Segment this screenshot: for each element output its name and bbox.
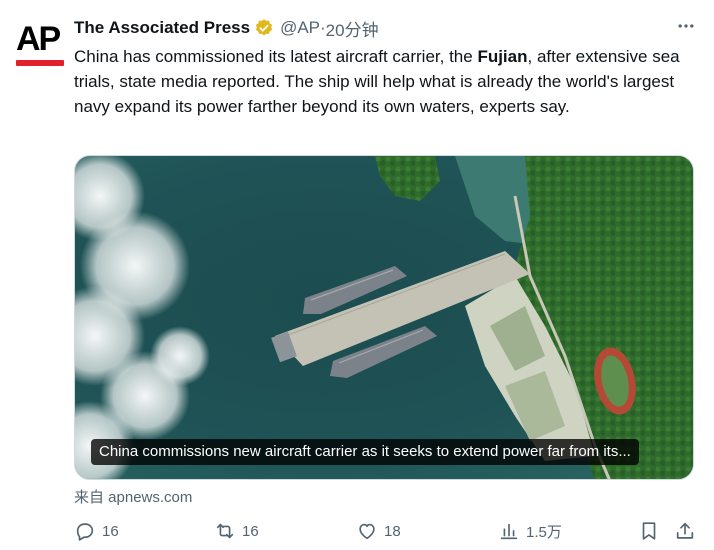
reply-icon (76, 523, 94, 541)
verified-gold-badge-icon[interactable] (254, 18, 274, 38)
post-header: The Associated Press @AP · 20分钟 (74, 16, 379, 40)
reply-count: 16 (102, 522, 119, 540)
author-name[interactable]: The Associated Press (74, 18, 250, 38)
bookmark-button[interactable] (638, 518, 666, 544)
card-source[interactable]: 来自 apnews.com (74, 486, 192, 507)
repost-icon (216, 523, 234, 539)
author-handle[interactable]: @AP (280, 18, 320, 38)
share-icon (676, 522, 694, 539)
satellite-image (75, 156, 693, 479)
post-text-part1: China has commissioned its latest aircra… (74, 47, 478, 66)
avatar-red-bar (16, 60, 64, 66)
views-count: 1.5万 (526, 523, 562, 541)
post-text: China has commissioned its latest aircra… (74, 44, 694, 119)
like-count: 18 (384, 522, 401, 540)
more-options-icon[interactable] (674, 14, 698, 38)
avatar-logo-text: AP (16, 20, 61, 58)
card-headline[interactable]: China commissions new aircraft carrier a… (91, 439, 639, 465)
like-button[interactable]: 18 (356, 518, 401, 544)
views-chart-icon (500, 523, 518, 540)
action-bar: 16 16 18 1.5万 (74, 518, 696, 544)
post-text-bold: Fujian (477, 47, 528, 66)
views-button[interactable]: 1.5万 (498, 518, 562, 544)
post-time[interactable]: 20分钟 (326, 16, 379, 41)
bookmark-icon (642, 522, 656, 540)
share-button[interactable] (674, 518, 702, 544)
repost-button[interactable]: 16 (214, 518, 259, 544)
avatar[interactable]: AP (16, 18, 64, 66)
heart-icon (359, 523, 375, 540)
repost-count: 16 (242, 522, 259, 540)
reply-button[interactable]: 16 (74, 518, 119, 544)
link-card[interactable]: China commissions new aircraft carrier a… (74, 155, 694, 480)
